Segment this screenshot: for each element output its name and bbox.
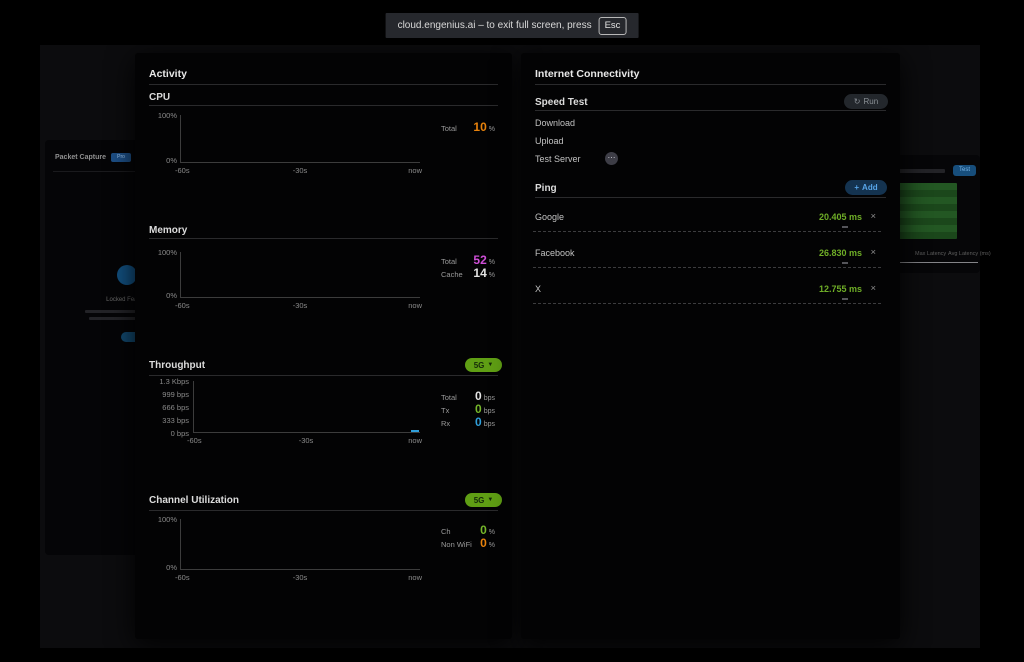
throughput-ytick-4: 0 bps xyxy=(137,429,189,438)
divider xyxy=(149,375,498,376)
memory-xtick-now: now xyxy=(398,301,422,310)
close-icon[interactable]: × xyxy=(870,211,876,222)
cpu-section-title: CPU xyxy=(149,92,170,103)
throughput-xtick-mid: -30s xyxy=(286,436,326,445)
channel-utilization-band-selector[interactable]: 5G ▼ xyxy=(465,493,502,507)
column-avg-latency: Avg Latency (ms) xyxy=(948,251,991,257)
divider xyxy=(149,238,498,239)
ping-mini-sparkline xyxy=(842,262,848,264)
ping-mini-sparkline xyxy=(842,226,848,228)
throughput-chart xyxy=(193,381,420,433)
run-speed-test-button[interactable]: ↻ Run xyxy=(844,94,888,109)
close-icon[interactable]: × xyxy=(870,283,876,294)
upload-row-label: Upload xyxy=(535,136,564,146)
internet-connectivity-title: Internet Connectivity xyxy=(535,68,639,80)
cpu-ytick-min: 0% xyxy=(137,156,177,165)
lock-icon xyxy=(117,265,137,285)
memory-xtick-start: -60s xyxy=(175,301,190,310)
throughput-ytick-1: 999 bps xyxy=(137,390,189,399)
channel-utilization-chart xyxy=(180,519,420,570)
divider xyxy=(893,262,978,263)
channel-xtick-mid: -30s xyxy=(280,573,320,582)
test-server-options-icon[interactable]: ⋯ xyxy=(605,152,618,165)
ping-target-name: X xyxy=(535,284,541,294)
channel-xtick-now: now xyxy=(398,573,422,582)
memory-section-title: Memory xyxy=(149,225,187,236)
throughput-ytick-3: 333 bps xyxy=(137,416,189,425)
esc-key-hint: Esc xyxy=(599,17,627,35)
blurred-text-line xyxy=(893,169,945,173)
channel-xtick-start: -60s xyxy=(175,573,190,582)
memory-ytick-min: 0% xyxy=(137,291,177,300)
divider xyxy=(535,197,886,198)
cpu-xtick-now: now xyxy=(398,166,422,175)
ping-target-name: Google xyxy=(535,212,564,222)
divider xyxy=(149,84,498,85)
throughput-band-selector[interactable]: 5G ▼ xyxy=(465,358,502,372)
refresh-icon: ↻ xyxy=(854,97,861,106)
cpu-xtick-start: -60s xyxy=(175,166,190,175)
dashed-divider xyxy=(533,303,881,304)
column-max-latency: Max Latency xyxy=(915,251,946,257)
memory-xtick-mid: -30s xyxy=(280,301,320,310)
cpu-legend-total: Total 10% xyxy=(441,118,495,136)
fullscreen-notice-bar: cloud.engenius.ai – to exit full screen,… xyxy=(386,13,639,38)
add-ping-target-button[interactable]: + Add xyxy=(845,180,887,195)
ping-section-title: Ping xyxy=(535,183,557,194)
divider xyxy=(535,110,886,111)
internet-connectivity-card: Internet Connectivity Speed Test ↻ Run D… xyxy=(521,53,900,639)
throughput-xtick-start: -60s xyxy=(187,436,202,445)
download-row-label: Download xyxy=(535,118,575,128)
activity-card: Activity CPU 100% 0% -60s -30s now Total… xyxy=(135,53,512,639)
channel-ytick-max: 100% xyxy=(137,515,177,524)
cpu-ytick-max: 100% xyxy=(137,111,177,120)
dashed-divider xyxy=(533,231,881,232)
plus-icon: + xyxy=(854,183,859,192)
throughput-ytick-2: 666 bps xyxy=(137,403,189,412)
divider xyxy=(149,105,498,106)
packet-capture-title: Packet Capture xyxy=(55,154,106,161)
ping-target-latency: 20.405 ms xyxy=(819,212,862,222)
memory-legend-cache: Cache 14% xyxy=(441,264,495,282)
blurred-text-line xyxy=(89,317,141,320)
fullscreen-message: cloud.engenius.ai – to exit full screen,… xyxy=(398,20,592,31)
dashed-divider xyxy=(533,267,881,268)
ping-target-name: Facebook xyxy=(535,248,575,258)
throughput-legend-rx: Rx 0bps xyxy=(441,413,495,431)
cpu-chart xyxy=(180,115,420,163)
throughput-xtick-now: now xyxy=(398,436,422,445)
chevron-down-icon: ▼ xyxy=(487,497,493,503)
ping-target-latency: 26.830 ms xyxy=(819,248,862,258)
throughput-section-title: Throughput xyxy=(149,360,205,371)
divider xyxy=(535,84,886,85)
ping-target-latency: 12.755 ms xyxy=(819,284,862,294)
test-server-row-label: Test Server xyxy=(535,154,581,164)
divider xyxy=(149,510,498,511)
memory-chart xyxy=(180,252,420,298)
channel-ytick-min: 0% xyxy=(137,563,177,572)
test-button: Test xyxy=(953,165,976,176)
ping-mini-sparkline xyxy=(842,298,848,300)
cpu-xtick-mid: -30s xyxy=(280,166,320,175)
channel-legend-nonwifi: Non WiFi 0% xyxy=(441,534,495,552)
close-icon[interactable]: × xyxy=(870,247,876,258)
channel-utilization-section-title: Channel Utilization xyxy=(149,495,239,506)
memory-ytick-max: 100% xyxy=(137,248,177,257)
activity-title: Activity xyxy=(149,68,187,80)
pro-badge: Pro xyxy=(111,153,131,162)
speed-test-section-title: Speed Test xyxy=(535,97,588,108)
rx-sparkline xyxy=(411,430,419,432)
throughput-ytick-0: 1.3 Kbps xyxy=(137,377,189,386)
chevron-down-icon: ▼ xyxy=(487,362,493,368)
